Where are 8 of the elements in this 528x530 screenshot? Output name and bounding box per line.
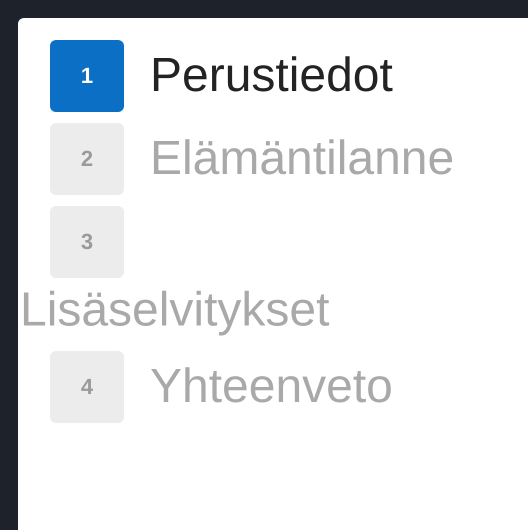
step-label[interactable]: Yhteenveto [150,360,393,414]
step-label[interactable]: Lisäselvitykset [20,283,330,336]
step-number[interactable]: 3 [50,206,124,278]
step-label[interactable]: Elämäntilanne [150,132,454,185]
step-number[interactable]: 2 [50,123,124,195]
step-label[interactable]: Perustiedot [150,49,393,102]
step-number[interactable]: 4 [50,351,124,424]
step-number[interactable]: 1 [50,40,124,112]
